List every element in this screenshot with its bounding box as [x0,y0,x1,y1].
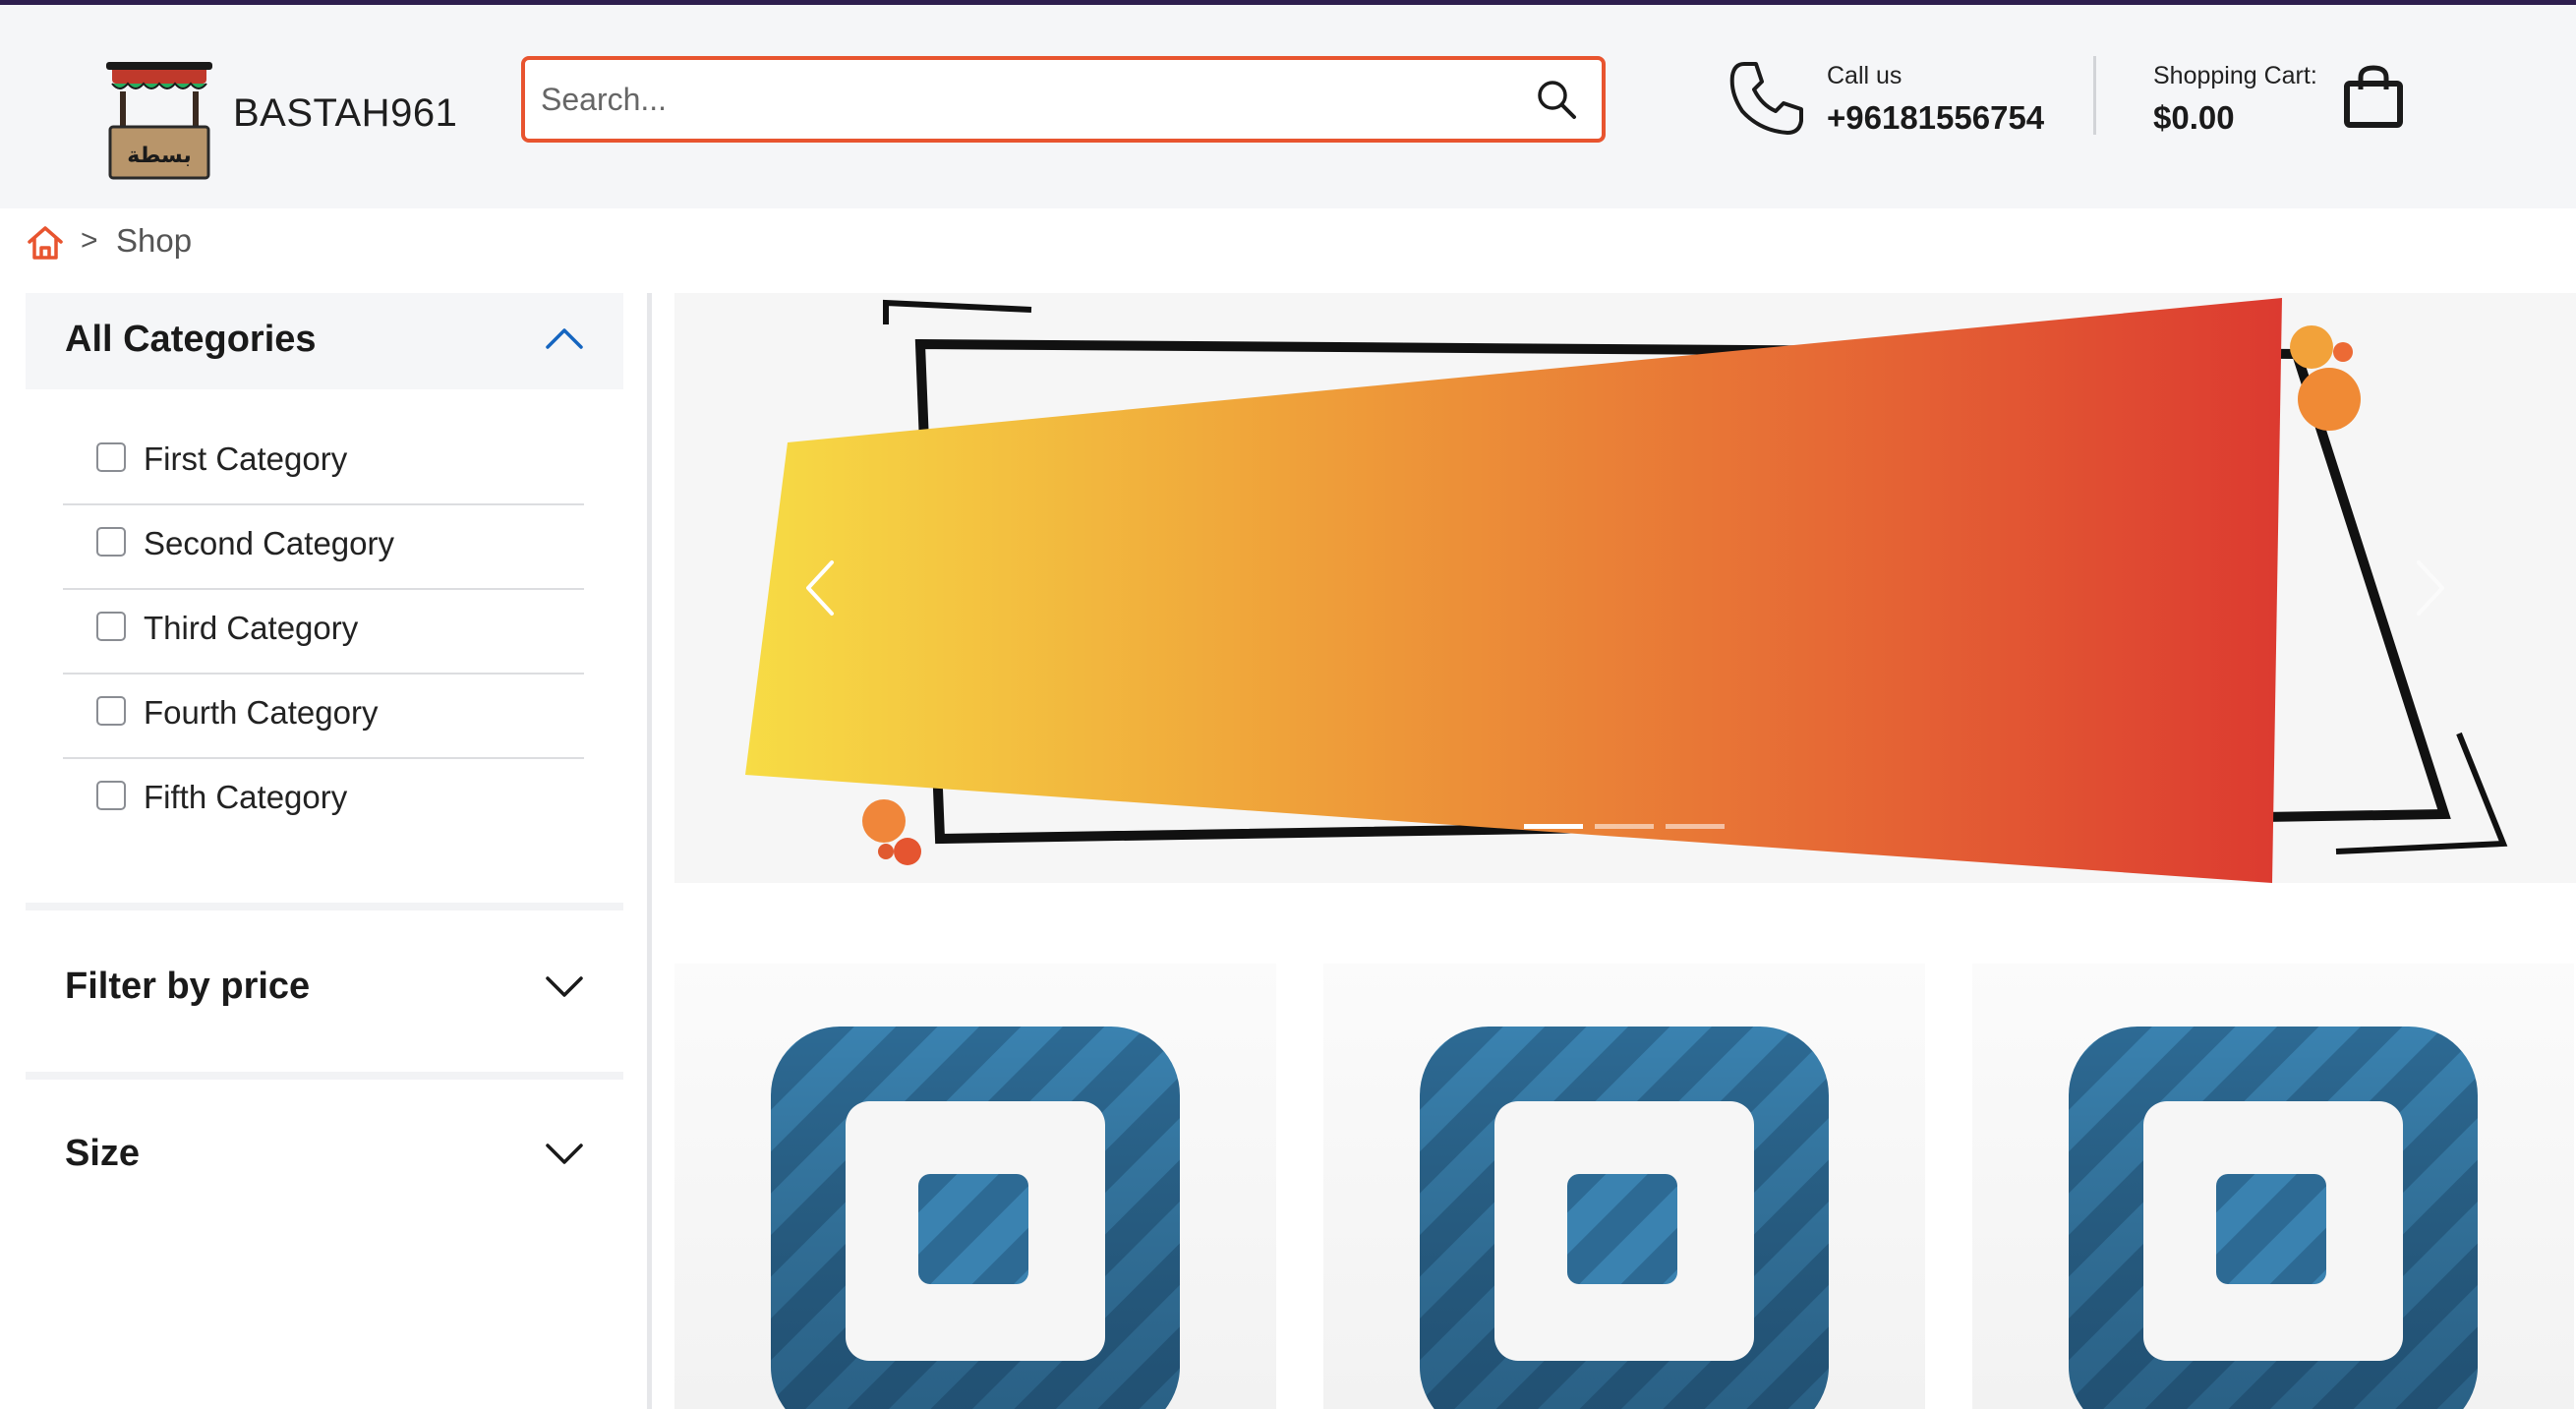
phone-icon [1729,62,1803,135]
stall-logo-icon: بسطة [106,62,212,180]
carousel-dot[interactable] [1666,824,1725,829]
search-input[interactable] [541,60,1504,139]
breadcrumb-separator: > [81,224,98,257]
category-item[interactable]: Fifth Category [63,759,584,844]
category-label: Fourth Category [144,694,379,731]
category-label: First Category [144,440,348,477]
chevron-down-icon[interactable] [545,1143,584,1166]
chevron-down-icon[interactable] [545,975,584,999]
shopping-bag-icon[interactable] [2343,64,2404,129]
category-item[interactable]: First Category [63,421,584,505]
header-divider [2093,56,2096,135]
home-icon[interactable] [26,224,65,262]
product-card[interactable] [674,964,1276,1409]
filter-by-price-title[interactable]: Filter by price [65,966,310,1008]
svg-text:بسطة: بسطة [127,144,191,168]
category-label: Fifth Category [144,779,348,815]
brand-name[interactable]: BASTAH961 [233,91,457,136]
breadcrumb-current: Shop [116,222,193,259]
category-checkbox[interactable] [96,442,126,472]
call-number[interactable]: +96181556754 [1827,99,2044,137]
category-item[interactable]: Fourth Category [63,675,584,759]
category-item[interactable]: Third Category [63,590,584,675]
placeholder-square-icon [771,1027,1180,1409]
size-filter-title[interactable]: Size [65,1133,140,1175]
site-header: بسطة BASTAH961 Call us +96181556754 Shop… [0,5,2576,208]
categories-title: All Categories [65,319,317,360]
call-us-label: Call us [1827,62,1903,89]
chevron-up-icon[interactable] [545,326,584,350]
search-icon[interactable] [1535,78,1578,121]
category-checkbox[interactable] [96,527,126,557]
product-card[interactable] [1323,964,1925,1409]
category-list: First Category Second Category Third Cat… [63,421,584,844]
placeholder-square-icon [2069,1027,2478,1409]
search-box[interactable] [521,56,1606,143]
category-label: Second Category [144,525,394,561]
category-label: Third Category [144,610,359,646]
carousel-next-arrow[interactable] [2413,558,2448,617]
sidebar-separator [26,1072,623,1080]
hero-carousel[interactable] [674,293,2576,883]
carousel-dot[interactable] [1595,824,1654,829]
carousel-prev-arrow[interactable] [802,558,838,617]
cart-total: $0.00 [2153,99,2235,136]
category-item[interactable]: Second Category [63,505,584,590]
category-checkbox[interactable] [96,612,126,641]
category-checkbox[interactable] [96,696,126,726]
banner-graphic [745,298,2508,883]
placeholder-square-icon [1420,1027,1829,1409]
store-logo[interactable]: بسطة [106,56,212,182]
shopping-cart-label: Shopping Cart: [2153,62,2317,89]
content-divider [647,293,652,1409]
carousel-dot[interactable] [1524,824,1583,829]
categories-header[interactable]: All Categories [26,293,623,389]
category-checkbox[interactable] [96,781,126,810]
product-card[interactable] [1972,964,2574,1409]
sidebar-separator [26,903,623,910]
